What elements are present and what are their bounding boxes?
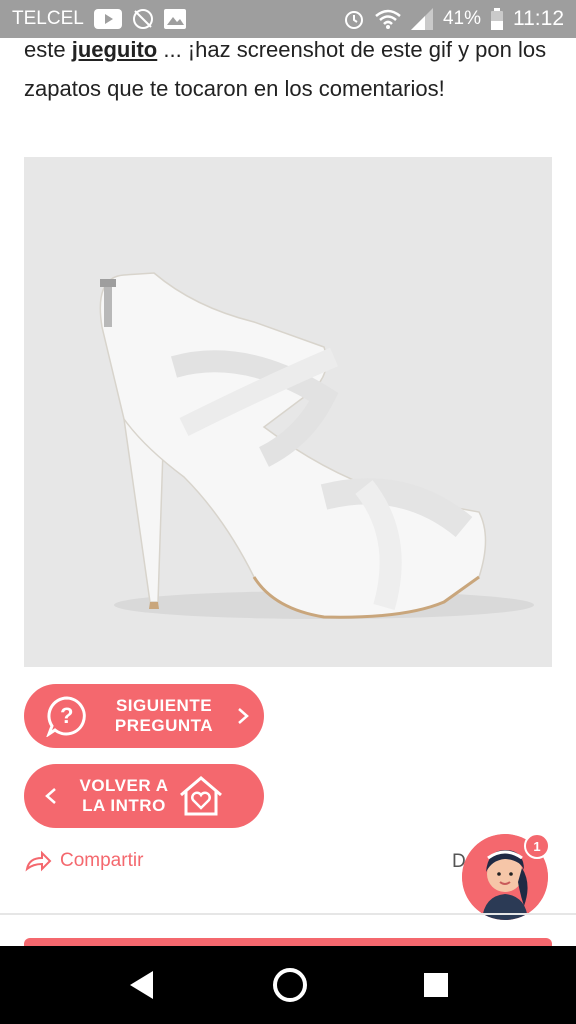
white-high-heel-illustration — [99, 272, 534, 619]
question-bubble-icon: ? — [46, 696, 86, 737]
share-button[interactable]: Compartir — [24, 850, 143, 872]
home-circle-icon[interactable] — [272, 967, 308, 1003]
alarm-icon — [344, 11, 363, 29]
navigation-bar — [0, 946, 576, 1024]
recents-square-icon[interactable] — [423, 972, 449, 998]
signal-icon — [410, 8, 433, 30]
back-to-intro-button[interactable]: VOLVER A LA INTRO — [24, 764, 264, 828]
image-icon — [163, 9, 186, 29]
status-right: 41% 11:12 — [343, 7, 564, 31]
next-question-label: SIGUIENTE PREGUNTA — [114, 696, 214, 735]
section-divider — [0, 913, 576, 915]
share-arrow-icon — [25, 850, 52, 872]
youtube-icon — [93, 9, 122, 29]
wifi-icon — [375, 9, 401, 29]
chevron-left-icon — [45, 788, 56, 804]
back-triangle-icon[interactable] — [127, 969, 157, 1001]
article-text: este jueguito ... ¡haz screenshot de est… — [24, 30, 554, 108]
shoe-image — [24, 157, 552, 667]
back-to-intro-label: VOLVER A LA INTRO — [79, 776, 169, 815]
article-text-start: este — [24, 37, 72, 62]
chevron-right-icon — [238, 708, 249, 724]
next-question-button[interactable]: ? SIGUIENTE PREGUNTA — [24, 684, 264, 748]
carrier-label: TELCEL — [12, 8, 84, 29]
share-label: Compartir — [60, 850, 144, 871]
status-left: TELCEL — [12, 8, 186, 30]
no-sync-icon — [132, 9, 153, 29]
battery-percent: 41% — [442, 8, 481, 29]
clock: 11:12 — [513, 7, 564, 30]
battery-icon — [491, 8, 503, 30]
home-heart-icon — [180, 776, 222, 816]
notification-badge: 1 — [524, 833, 550, 859]
svg-text:?: ? — [60, 703, 74, 728]
jueguito-link[interactable]: jueguito — [72, 37, 158, 62]
